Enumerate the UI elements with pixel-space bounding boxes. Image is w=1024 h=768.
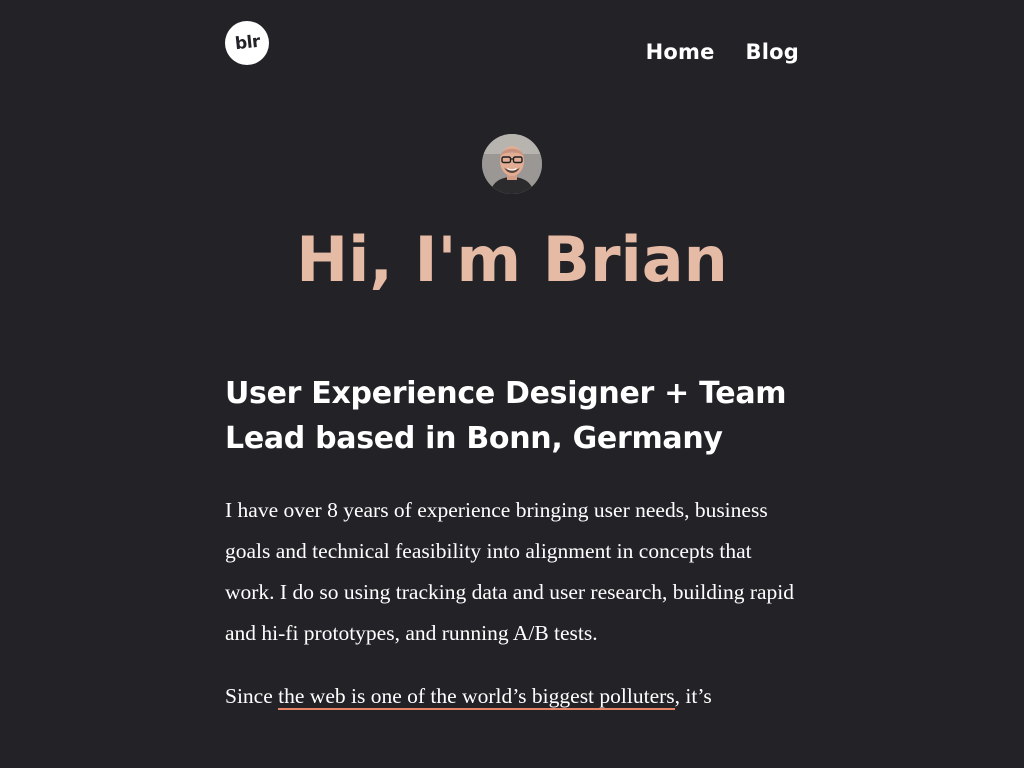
page-subtitle: User Experience Designer + Team Lead bas… (225, 376, 787, 456)
nav-item-home[interactable]: Home (646, 40, 715, 64)
logo-home-link[interactable]: blr (225, 21, 269, 65)
avatar (482, 134, 542, 194)
logo-text: blr (233, 31, 261, 55)
avatar-portrait (482, 134, 542, 194)
main-nav: Home Blog (646, 40, 799, 64)
polluters-link[interactable]: the web is one of the world’s biggest po… (278, 684, 675, 710)
main-content: User Experience Designer + Team Lead bas… (225, 371, 799, 717)
intro-paragraph: I have over 8 years of experience bringi… (225, 498, 794, 645)
site-header: blr Home Blog (0, 0, 1024, 110)
nav-item-blog[interactable]: Blog (746, 40, 799, 64)
second-paragraph: Since the web is one of the world’s bigg… (225, 676, 799, 717)
hero-title: Hi, I'm Brian (296, 223, 728, 296)
second-paragraph-suffix: , it’s (674, 684, 712, 708)
second-paragraph-prefix: Since (225, 684, 279, 708)
